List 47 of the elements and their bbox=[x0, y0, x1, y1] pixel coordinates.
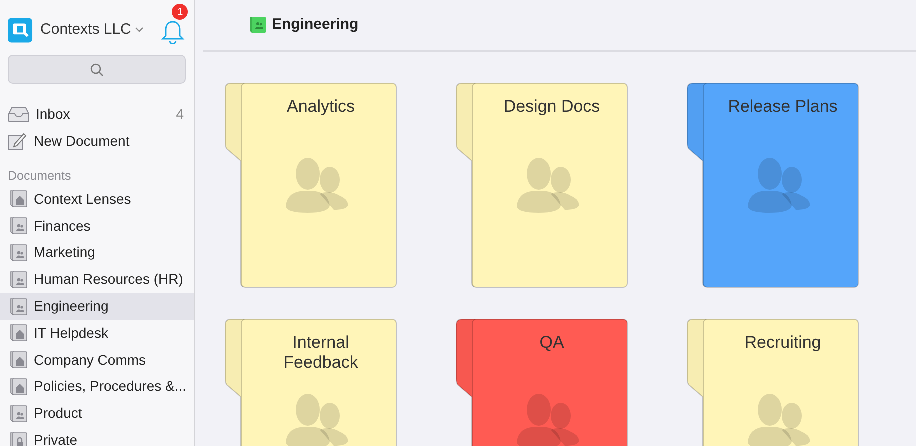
people-folder-icon bbox=[8, 270, 28, 290]
notification-badge: 1 bbox=[172, 4, 188, 20]
sidebar-item[interactable]: New Document bbox=[0, 128, 194, 155]
folder-title: Design Docs bbox=[502, 97, 602, 117]
people-folder-icon bbox=[8, 296, 28, 317]
people-icon bbox=[515, 394, 581, 446]
sidebar-item[interactable]: Inbox 4 bbox=[0, 101, 194, 128]
folder-title: Release Plans bbox=[727, 97, 839, 117]
house-folder-icon bbox=[8, 323, 28, 344]
people-icon bbox=[284, 158, 350, 214]
item-count: 4 bbox=[176, 105, 184, 124]
compose-icon bbox=[8, 132, 28, 150]
people-folder-icon bbox=[8, 242, 28, 263]
folder-title: Internal Feedback bbox=[282, 333, 360, 373]
folder-title: Recruiting bbox=[744, 333, 822, 353]
inbox-tray-icon bbox=[8, 106, 30, 122]
house-folder-icon bbox=[8, 350, 28, 370]
folder-title: Analytics bbox=[286, 97, 356, 117]
house-folder-icon bbox=[8, 376, 28, 397]
workspace-dropdown[interactable]: Contexts LLC bbox=[40, 18, 144, 42]
page-title: Engineering bbox=[272, 14, 359, 35]
people-icon bbox=[746, 158, 812, 214]
people-folder-icon bbox=[8, 216, 28, 236]
document-list-item[interactable]: Engineering bbox=[0, 293, 194, 320]
document-list-item[interactable]: IT Helpdesk bbox=[0, 320, 194, 347]
document-list-item[interactable]: Context Lenses bbox=[0, 186, 194, 213]
folder-drawing[interactable] bbox=[687, 83, 859, 288]
people-icon bbox=[515, 158, 581, 214]
document-list-item[interactable]: Marketing bbox=[0, 240, 194, 266]
house-folder-icon bbox=[8, 189, 28, 210]
folder-icon bbox=[249, 16, 267, 34]
document-list-item[interactable]: Human Resources (HR) bbox=[0, 266, 194, 294]
folder-title: QA bbox=[538, 333, 566, 353]
document-list-item[interactable]: Product bbox=[0, 400, 194, 428]
bell-icon[interactable] bbox=[160, 20, 186, 44]
people-icon bbox=[746, 394, 812, 446]
document-list-item[interactable]: Private bbox=[0, 427, 194, 446]
chevron-down-icon bbox=[135, 27, 144, 33]
people-icon bbox=[284, 394, 350, 446]
document-list-item[interactable]: Finances bbox=[0, 212, 194, 240]
search-icon bbox=[90, 62, 104, 76]
people-folder-icon bbox=[8, 404, 28, 424]
document-list-item[interactable]: Policies, Procedures &... bbox=[0, 374, 194, 400]
search-field[interactable] bbox=[8, 55, 186, 84]
app-logo bbox=[8, 16, 33, 44]
document-list-item[interactable]: Company Comms bbox=[0, 346, 194, 374]
section-label: Documents bbox=[7, 168, 72, 185]
